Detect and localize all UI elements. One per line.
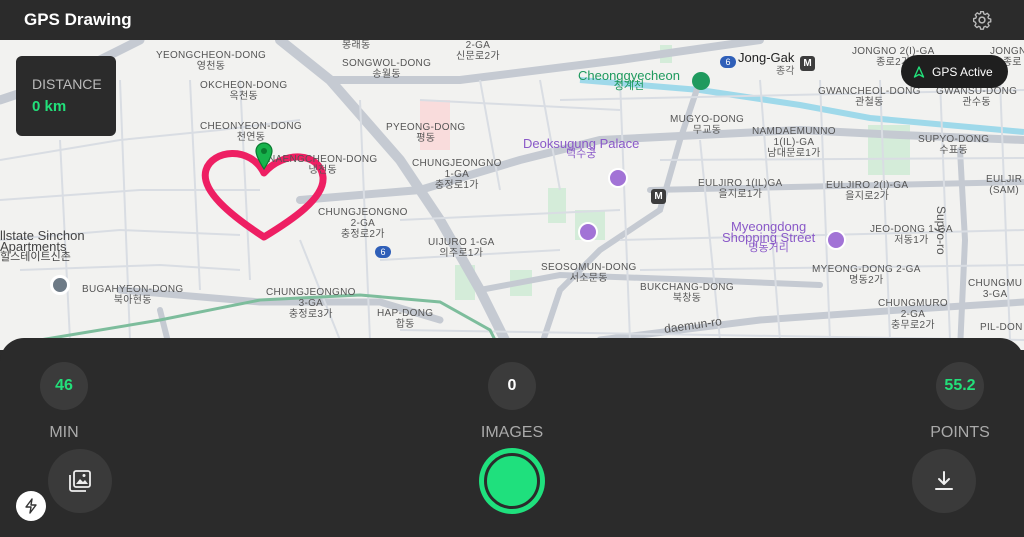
record-button-inner: [484, 453, 540, 509]
distance-card: DISTANCE 0 km: [16, 56, 116, 136]
road-jonggak-kr: 종각: [776, 66, 795, 77]
park-icon[interactable]: [692, 72, 710, 90]
stat-points: 55.2 POINTS: [920, 362, 1000, 442]
poi-deoksugung[interactable]: Deoksugung Palace 덕수궁: [523, 137, 639, 160]
stat-points-label: POINTS: [930, 424, 990, 441]
map-label-bongrae: 봉래동: [342, 40, 371, 51]
stat-min-label: MIN: [49, 424, 79, 441]
map-label-mugyo: MUGYO-DONG 무교동: [670, 114, 745, 136]
poi-hillstate[interactable]: llstate Sinchon Apartments 힐스테이트신촌: [0, 229, 85, 263]
map-label-naengcheon: NAENGCHEON-DONG 냉천동: [268, 154, 378, 176]
road-jonggak: Jong-Gak: [738, 50, 795, 65]
map-label-bukchang: BUKCHANG-DONG 북창동: [640, 282, 734, 304]
route-shield: 6: [720, 56, 736, 68]
map-label-euljiro1: EULJIRO 1(IL)GA 을지로1가: [698, 178, 783, 200]
map-label-yeongcheon: YEONGCHEON-DONG 영천동: [156, 50, 267, 72]
map-label-cheonyeon: CHEONYEON-DONG 천연동: [200, 121, 302, 143]
gear-icon[interactable]: [972, 10, 992, 30]
map-label-pil: PIL-DON: [980, 322, 1023, 333]
flash-icon: [25, 498, 37, 514]
gps-status-text: GPS Active: [932, 64, 993, 79]
stat-images-value: 0: [488, 362, 536, 410]
stat-images: 0 IMAGES: [472, 362, 552, 442]
map-label-seosomun: SEOSOMUN-DONG 서소문동: [541, 262, 637, 284]
shopping-icon[interactable]: [826, 230, 846, 250]
map-label-okcheon: OKCHEON-DONG 옥천동: [200, 80, 288, 102]
metro-icon[interactable]: M: [651, 189, 666, 204]
map-label-euljiro-r: EULJIR (SAM): [986, 174, 1023, 196]
flash-button[interactable]: [16, 491, 46, 521]
map-label-hap: HAP-DONG 합동: [377, 308, 434, 330]
landmark-icon[interactable]: [578, 222, 598, 242]
gps-status-badge: GPS Active: [901, 55, 1008, 88]
poi-cheonggyecheon[interactable]: Cheonggyecheon 청계천: [578, 69, 680, 92]
record-button[interactable]: [479, 448, 545, 514]
download-icon: [935, 471, 953, 490]
navigation-arrow-icon: [913, 65, 925, 78]
map-label-myeong2: MYEONG-DONG 2-GA 명동2가: [812, 264, 921, 286]
stat-images-label: IMAGES: [480, 424, 544, 441]
distance-value: 0 km: [32, 98, 67, 115]
map-label-namdaemunno: NAMDAEMUNNO 1(IL)-GA 남대문로1가: [752, 126, 836, 159]
app-title: GPS Drawing: [24, 10, 132, 29]
gallery-icon: [69, 470, 91, 492]
stat-min-value: 46: [40, 362, 88, 410]
apartment-icon[interactable]: [50, 275, 70, 295]
stat-points-value: 55.2: [936, 362, 984, 410]
map-label-chungmuro: CHUNGMURO 2-GA 충무로2가: [878, 298, 948, 331]
gallery-button[interactable]: [48, 449, 112, 513]
map-label-pyeong: PYEONG-DONG 평동: [386, 122, 466, 144]
stat-min: 46 MIN: [24, 362, 104, 442]
download-button[interactable]: [912, 449, 976, 513]
top-bar: GPS Drawing: [0, 0, 1024, 40]
app-root: GPS Drawing YEONGCHEON-DONG 영천동 OKCHEON-…: [0, 0, 1024, 537]
map-label-gwansu: GWANSU-DONG 관수동: [936, 86, 1018, 108]
route-shield: 6: [375, 246, 391, 258]
distance-label: DISTANCE: [32, 76, 102, 92]
poi-myeongdong[interactable]: Myeongdong Shopping Street 명동거리: [722, 220, 815, 254]
map-view[interactable]: YEONGCHEON-DONG 영천동 OKCHEON-DONG 옥천동 CHEON…: [0, 40, 1024, 350]
map-label-chungjeongno1: CHUNGJEONGNO 1-GA 충정로1가: [412, 158, 502, 191]
road-supyo-ro: Supyo-ro: [934, 206, 948, 255]
map-label-chungjeongno2: CHUNGJEONGNO 2-GA 충정로2가: [318, 207, 408, 240]
metro-icon[interactable]: M: [800, 56, 815, 71]
map-label-uijuro: UIJURO 1-GA 의주로1가: [428, 237, 495, 259]
control-panel: 46 MIN 0 IMAGES 55.2 POINTS: [0, 338, 1024, 537]
map-label-chungmu-r: CHUNGMU 3-GA: [968, 278, 1023, 300]
map-label-bugahyeon: BUGAHYEON-DONG 북아현동: [82, 284, 184, 306]
map-label-supyo: SUPYO-DONG 수표동: [918, 134, 990, 156]
map-label-sinmunro: 2-GA 신문로2가: [456, 40, 500, 62]
map-label-songwol: SONGWOL-DONG 송월동: [342, 58, 432, 80]
map-label-gwancheol: GWANCHEOL-DONG 관철동: [818, 86, 921, 108]
map-label-chungjeongno3: CHUNGJEONGNO 3-GA 충정로3가: [266, 287, 356, 320]
location-pin-icon[interactable]: [255, 142, 273, 175]
palace-icon[interactable]: [608, 168, 628, 188]
map-label-euljiro2: EULJIRO 2(I)-GA 을지로2가: [826, 180, 909, 202]
